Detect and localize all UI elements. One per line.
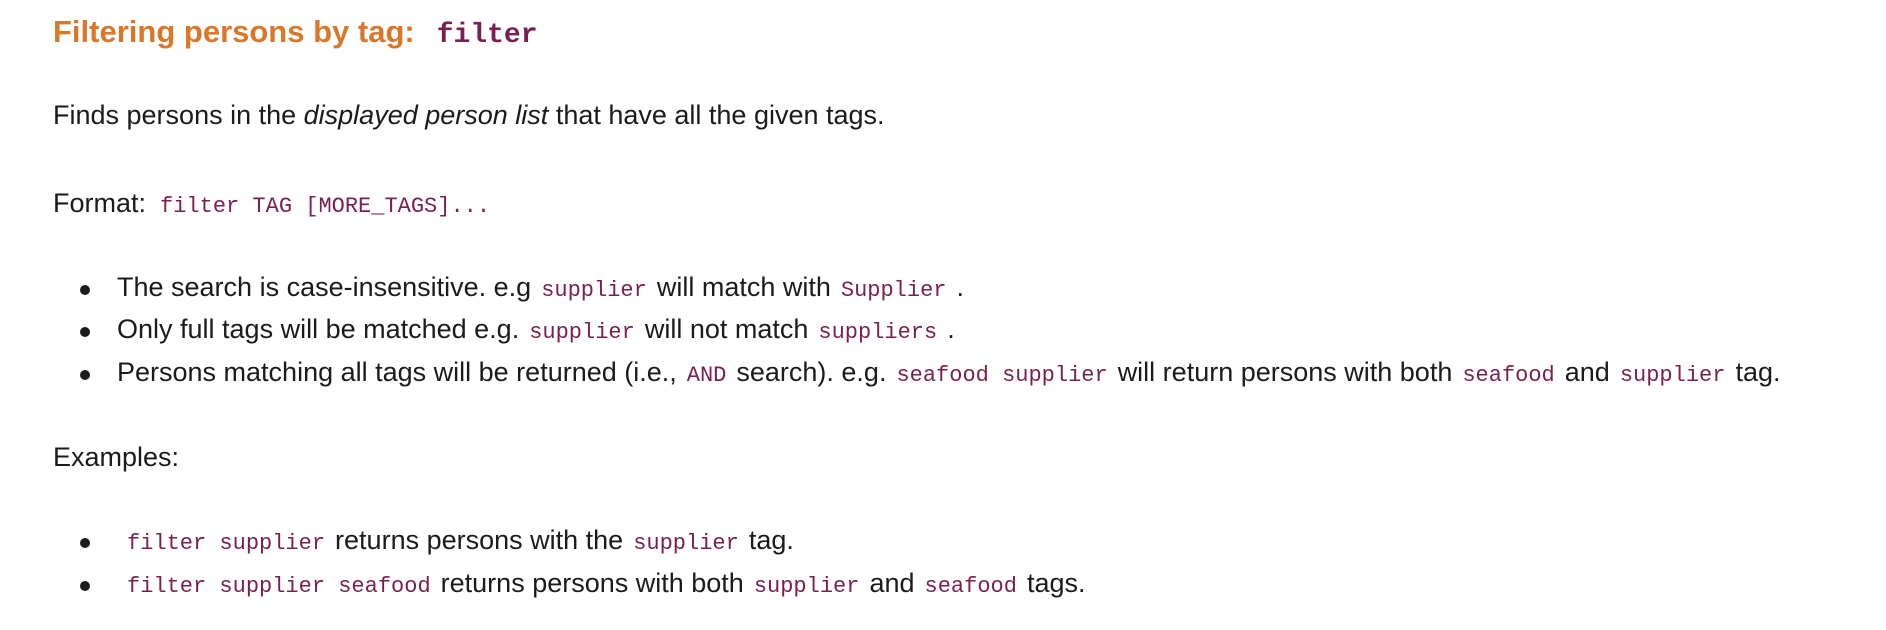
bullet-icon <box>80 285 90 295</box>
note-text: will match with <box>656 272 831 302</box>
note-text: and <box>1564 357 1610 387</box>
bullet-icon <box>80 581 90 591</box>
note-text: search). e.g. <box>736 357 887 387</box>
format-paragraph: Format: filter TAG [MORE_TAGS]... <box>53 188 500 219</box>
inline-code: seafood supplier <box>896 363 1108 388</box>
intro-text-after: that have all the given tags. <box>555 100 885 130</box>
heading-command-code: filter <box>436 20 538 51</box>
inline-code: Supplier <box>840 278 947 303</box>
note-text: . <box>956 272 965 302</box>
inline-code: seafood <box>924 574 1017 599</box>
example-text: tags. <box>1026 568 1086 598</box>
inline-code: seafood <box>1462 363 1555 388</box>
inline-code: filter supplier seafood <box>127 574 431 599</box>
bullet-icon <box>80 538 90 548</box>
list-item: filter supplier returns persons with the s… <box>53 525 794 556</box>
note-text: tag. <box>1735 357 1781 387</box>
inline-code: AND <box>686 363 727 388</box>
note-text: Persons matching all tags will be return… <box>117 357 677 387</box>
format-code: filter TAG [MORE_TAGS]... <box>160 194 491 219</box>
inline-code: supplier <box>1619 363 1726 388</box>
list-item: filter supplier seafood returns persons w… <box>53 568 1085 599</box>
bullet-icon <box>80 327 90 337</box>
example-text: and <box>869 568 915 598</box>
heading-title: Filtering persons by tag: <box>53 14 415 49</box>
list-item: Persons matching all tags will be return… <box>53 357 1781 388</box>
inline-code: suppliers <box>818 320 938 345</box>
example-text: returns persons with the <box>335 525 624 555</box>
intro-text-before: Finds persons in the <box>53 100 297 130</box>
example-text: returns persons with both <box>440 568 744 598</box>
note-text: Only full tags will be matched e.g. <box>117 314 520 344</box>
inline-code: filter supplier <box>127 531 326 556</box>
intro-emphasis: displayed person list <box>303 100 549 130</box>
format-label: Format: <box>53 188 147 218</box>
inline-code: supplier <box>541 278 647 303</box>
examples-label: Examples: <box>53 442 180 472</box>
example-text: tag. <box>748 525 794 555</box>
list-item: The search is case-insensitive. e.g suppl… <box>53 272 964 303</box>
inline-code: supplier <box>753 574 860 599</box>
bullet-icon <box>80 370 90 380</box>
inline-code: supplier <box>529 320 635 345</box>
section-heading: Filtering persons by tag: filter <box>53 14 538 51</box>
intro-paragraph: Finds persons in the displayed person li… <box>53 100 885 131</box>
note-text: . <box>947 314 955 344</box>
inline-code: supplier <box>633 531 739 556</box>
list-item: Only full tags will be matched e.g. suppl… <box>53 314 955 345</box>
note-text: will not match <box>644 314 809 344</box>
note-text: will return persons with both <box>1117 357 1453 387</box>
note-text: The search is case-insensitive. e.g <box>117 272 532 302</box>
